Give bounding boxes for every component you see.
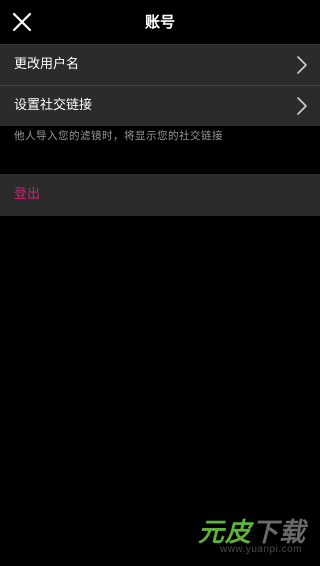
social-links-row[interactable]: 设置社交链接 [0,85,320,126]
social-links-label: 设置社交链接 [14,98,93,113]
change-username-row[interactable]: 更改用户名 [0,44,320,85]
settings-list: 更改用户名 设置社交链接 [0,44,320,126]
chevron-right-icon [296,55,308,75]
watermark-url: www.yuanpi.com [219,544,302,555]
logout-button[interactable]: 登出 [0,174,320,216]
top-bar: 账号 [0,0,320,44]
social-links-hint: 他人导入您的滤镜时，将显示您的社交链接 [14,130,223,142]
logout-label: 登出 [14,187,41,202]
chevron-right-icon [296,96,308,116]
change-username-label: 更改用户名 [14,57,80,72]
page-title: 账号 [144,13,175,31]
watermark: 元皮下载 www.yuanpi.com [186,512,306,558]
